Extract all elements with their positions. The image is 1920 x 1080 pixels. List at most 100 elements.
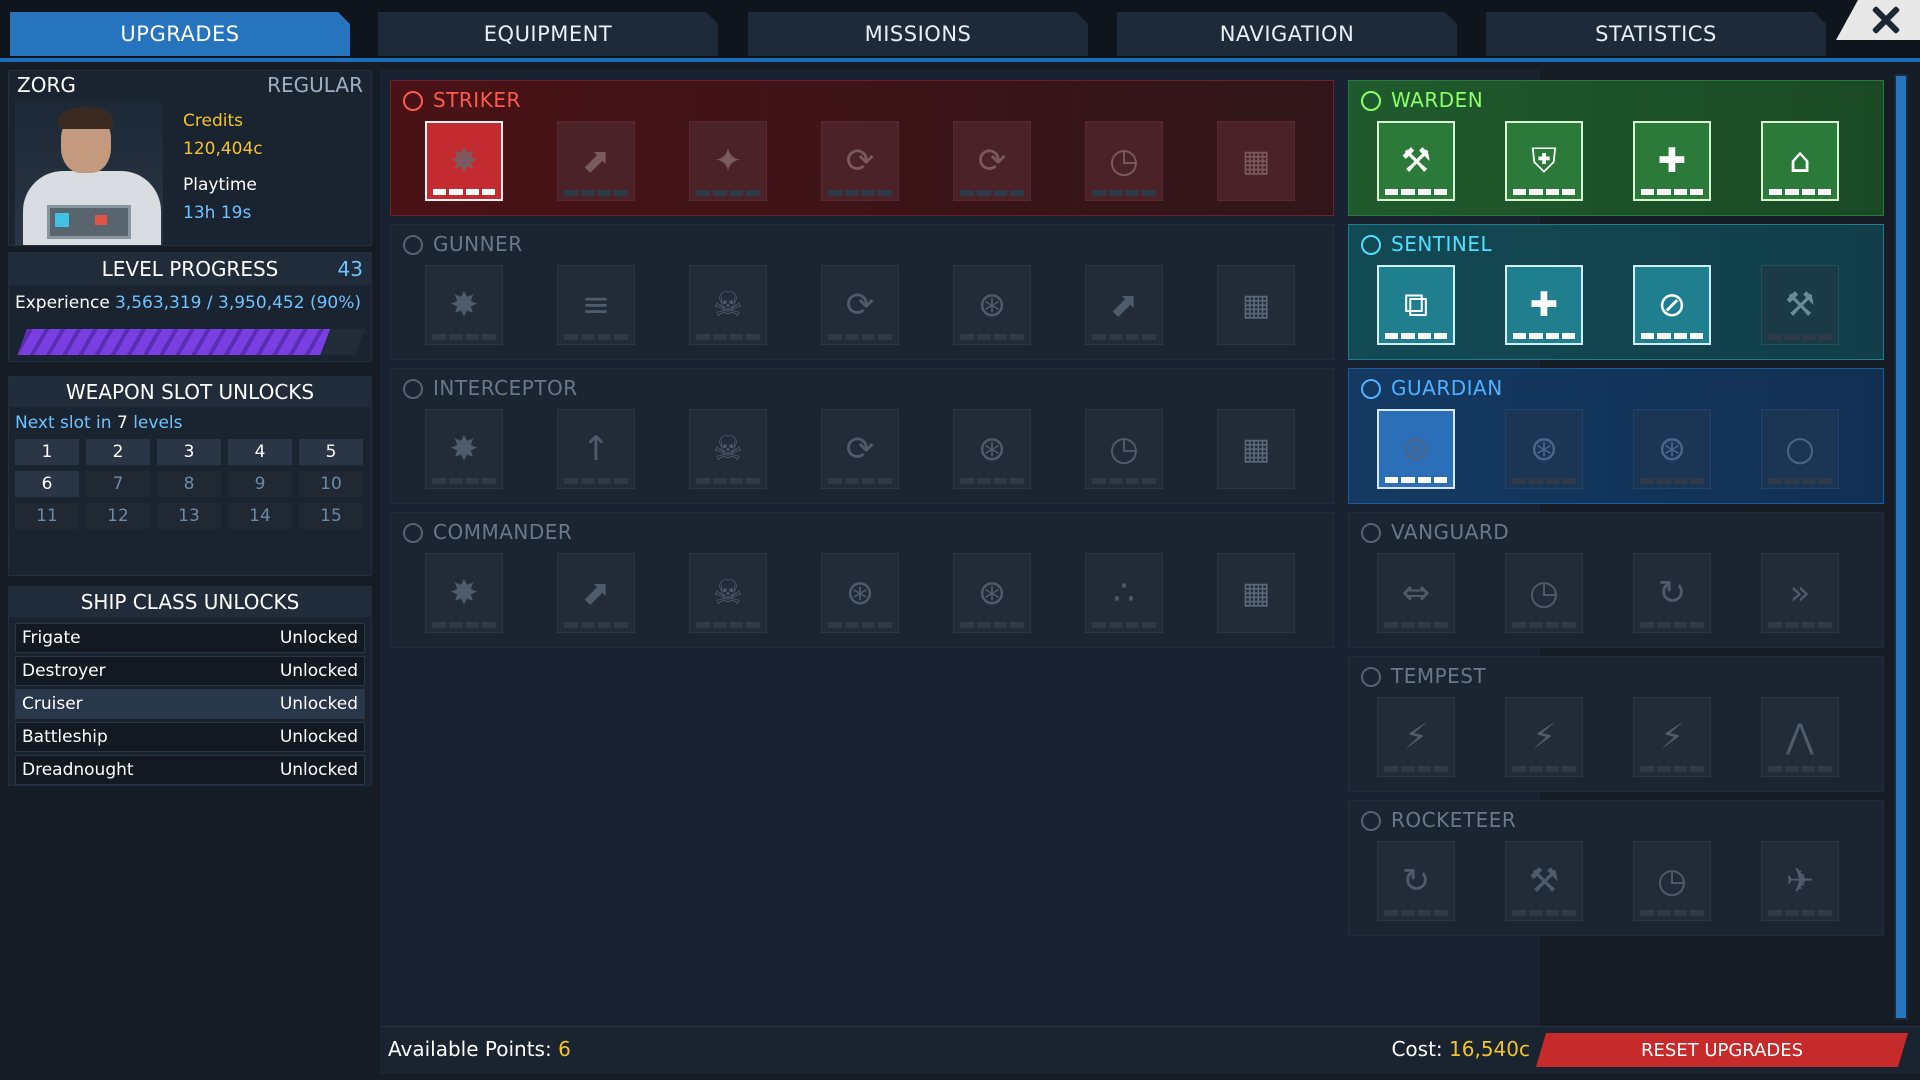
skill-node[interactable]: ✸ xyxy=(425,409,503,489)
skill-node[interactable]: ⟳ xyxy=(821,121,899,201)
skill-node[interactable]: ⬈ xyxy=(557,553,635,633)
skill-node[interactable]: ⚒ xyxy=(1377,121,1455,201)
skill-icon: ▦ xyxy=(1241,287,1271,323)
skill-node[interactable]: ⚡ xyxy=(1505,697,1583,777)
skill-node[interactable]: ↑ xyxy=(557,409,635,489)
skill-icon: ⊘ xyxy=(1657,285,1687,325)
locked-skill-slot[interactable]: ▦ xyxy=(1217,121,1295,201)
experience-bar xyxy=(17,329,365,355)
skill-icon: ⊛ xyxy=(1401,429,1431,469)
scrollbar-thumb[interactable] xyxy=(1896,76,1906,1018)
skill-node[interactable]: ↻ xyxy=(1633,553,1711,633)
reset-cost: Cost: 16,540c xyxy=(1391,1037,1530,1061)
skill-node[interactable]: ⊛ xyxy=(821,553,899,633)
ship-class-row[interactable]: Cruiser Unlocked xyxy=(15,689,365,719)
skill-node[interactable]: ✸ xyxy=(425,121,503,201)
weapon-slot-title: WEAPON SLOT UNLOCKS xyxy=(9,377,371,407)
upgrades-screen: UPGRADES EQUIPMENT MISSIONS NAVIGATION S… xyxy=(0,0,1920,1080)
close-button[interactable] xyxy=(1836,0,1920,40)
skill-node[interactable]: ⇔ xyxy=(1377,553,1455,633)
skill-node[interactable]: ⟳ xyxy=(821,409,899,489)
skill-node[interactable]: ◷ xyxy=(1633,841,1711,921)
skill-icon: ⬈ xyxy=(1109,285,1139,325)
playtime-value: 13h 19s xyxy=(183,203,252,223)
skill-node[interactable]: ⚡ xyxy=(1377,697,1455,777)
skill-node[interactable]: ✸ xyxy=(425,265,503,345)
skill-node[interactable]: ⛨ xyxy=(1505,121,1583,201)
skill-node[interactable]: ⊛ xyxy=(1505,409,1583,489)
weapon-slot: 10 xyxy=(299,471,363,497)
tab-upgrades[interactable]: UPGRADES xyxy=(10,12,350,56)
weapon-slot: 11 xyxy=(15,503,79,529)
skill-node[interactable]: ⟳ xyxy=(953,121,1031,201)
tab-navigation[interactable]: NAVIGATION xyxy=(1117,12,1457,56)
skill-node[interactable]: ◷ xyxy=(1505,553,1583,633)
skill-node[interactable]: ⚒ xyxy=(1505,841,1583,921)
ship-class-row[interactable]: Dreadnought Unlocked xyxy=(15,755,365,785)
skill-node[interactable]: ✸ xyxy=(425,553,503,633)
skill-node[interactable]: ☠ xyxy=(689,553,767,633)
skill-node[interactable]: ⊛ xyxy=(953,409,1031,489)
tab-statistics[interactable]: STATISTICS xyxy=(1486,12,1826,56)
skill-node[interactable]: ◷ xyxy=(1085,409,1163,489)
skill-node[interactable]: ∴ xyxy=(1085,553,1163,633)
skill-node[interactable]: ⬈ xyxy=(1085,265,1163,345)
skill-node[interactable]: ⋀ xyxy=(1761,697,1839,777)
skill-node[interactable]: ↻ xyxy=(1377,841,1455,921)
skill-icon: ⌂ xyxy=(1789,141,1811,181)
tree-commander: COMMANDER ✸ ⬈ ☠ ⊛ ⊛ ∴ ▦ xyxy=(390,512,1334,648)
tree-title: WARDEN xyxy=(1391,88,1484,112)
tree-title: GUARDIAN xyxy=(1391,376,1503,400)
skill-node[interactable]: ⟳ xyxy=(821,265,899,345)
locked-skill-slot[interactable]: ▦ xyxy=(1217,553,1295,633)
skill-node[interactable]: ✈ xyxy=(1761,841,1839,921)
ship-class-row[interactable]: Destroyer Unlocked xyxy=(15,656,365,686)
skill-node[interactable]: ⚡ xyxy=(1633,697,1711,777)
tree-warden: WARDEN ⚒ ⛨ ✚ ⌂ xyxy=(1348,80,1884,216)
skill-node[interactable]: ⬈ xyxy=(557,121,635,201)
weapon-slot-grid: 1 2 3 4 5 6 7 8 9 10 11 12 13 14 15 xyxy=(15,439,363,529)
ship-class-name: Destroyer xyxy=(22,661,106,681)
skill-icon: ⚡ xyxy=(1404,717,1428,757)
tree-title: GUNNER xyxy=(433,232,523,256)
skill-icon: ✚ xyxy=(1529,285,1559,325)
skill-node[interactable]: ⌂ xyxy=(1761,121,1839,201)
skill-node[interactable]: ⚒ xyxy=(1761,265,1839,345)
weapon-slot: 8 xyxy=(157,471,221,497)
ship-class-row[interactable]: Battleship Unlocked xyxy=(15,722,365,752)
skill-node[interactable]: ☠ xyxy=(689,265,767,345)
skill-icon: ≡ xyxy=(581,285,611,325)
skill-node[interactable]: ⊛ xyxy=(1633,409,1711,489)
reset-upgrades-button[interactable]: RESET UPGRADES xyxy=(1536,1033,1908,1067)
scrollbar[interactable] xyxy=(1894,74,1908,1020)
skill-node[interactable]: ⧉ xyxy=(1377,265,1455,345)
tree-striker: STRIKER ✸ ⬈ ✦ ⟳ ⟳ ◷ ▦ xyxy=(390,80,1334,216)
skill-icon: ⚒ xyxy=(1400,141,1432,181)
skill-node[interactable]: ◷ xyxy=(1085,121,1163,201)
weapon-slot: 7 xyxy=(86,471,150,497)
skill-node[interactable]: ✦ xyxy=(689,121,767,201)
skill-node[interactable]: ☠ xyxy=(689,409,767,489)
skill-node[interactable]: ≡ xyxy=(557,265,635,345)
skill-node[interactable]: ⊛ xyxy=(1377,409,1455,489)
tree-emblem-icon xyxy=(1361,667,1381,687)
skill-icon: ✸ xyxy=(449,573,479,613)
tab-equipment[interactable]: EQUIPMENT xyxy=(378,12,718,56)
ship-class-row[interactable]: Frigate Unlocked xyxy=(15,623,365,653)
skill-node[interactable]: ⊛ xyxy=(953,265,1031,345)
tab-missions[interactable]: MISSIONS xyxy=(748,12,1088,56)
skill-icon: ⧉ xyxy=(1403,285,1429,325)
skill-node[interactable]: ⊘ xyxy=(1633,265,1711,345)
skill-node[interactable]: ⊛ xyxy=(953,553,1031,633)
skill-node[interactable]: ✚ xyxy=(1633,121,1711,201)
skill-node[interactable]: ✚ xyxy=(1505,265,1583,345)
skill-icon: ✸ xyxy=(449,141,479,181)
skill-icon: » xyxy=(1789,573,1811,613)
tree-emblem-icon xyxy=(403,379,423,399)
locked-skill-slot[interactable]: ▦ xyxy=(1217,265,1295,345)
skill-icon: ⊛ xyxy=(977,285,1007,325)
tree-emblem-icon xyxy=(1361,379,1381,399)
skill-node[interactable]: » xyxy=(1761,553,1839,633)
skill-node[interactable]: ○ xyxy=(1761,409,1839,489)
locked-skill-slot[interactable]: ▦ xyxy=(1217,409,1295,489)
